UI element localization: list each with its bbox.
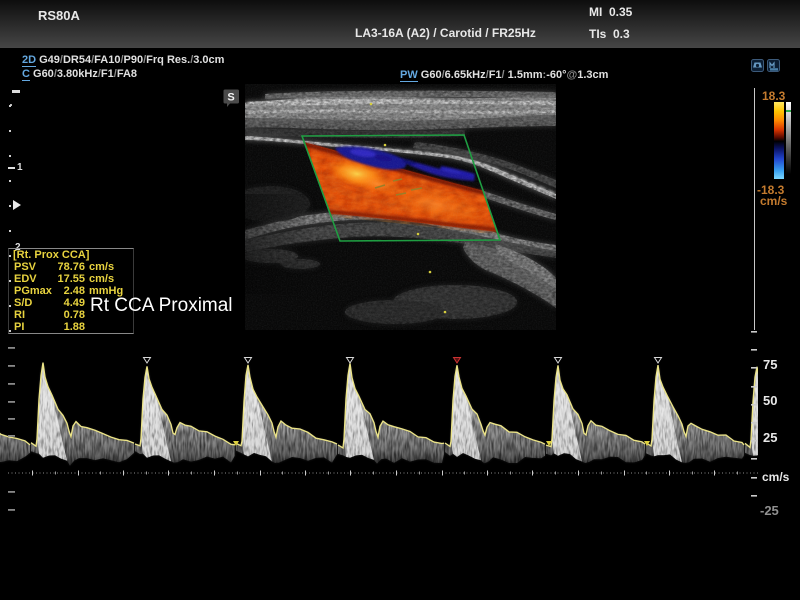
- svg-text:S: S: [227, 92, 234, 104]
